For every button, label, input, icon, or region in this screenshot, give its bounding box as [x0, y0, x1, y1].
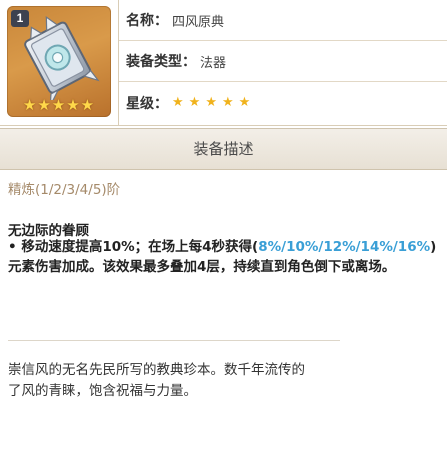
rarity-label: 星级 [126, 95, 154, 112]
type-row: 装备类型： 法器 [119, 41, 447, 82]
type-label: 装备类型 [126, 54, 182, 70]
item-icon-tile: 1 ★★★★★ [7, 6, 111, 117]
star-icon: ★ [221, 95, 239, 110]
star-icon: ★ [188, 95, 206, 110]
rarity-row: 星级： ★★★★★ [119, 82, 447, 123]
name-row: 名称： 四风原典 [119, 0, 447, 41]
star-icon: ★ [238, 95, 256, 110]
lore-line-2: 了风的青睐，饱含祝福与力量。 [8, 383, 197, 399]
star-icon: ★ [205, 95, 222, 110]
separator [8, 340, 340, 341]
effect-text: • 移动速度提高10%；在场上每4秒获得(8%/10%/12%/14%/16%)… [8, 237, 438, 277]
colon: ： [182, 54, 196, 70]
rarity-stars: ★★★★★ [172, 95, 255, 110]
effect-part1: • 移动速度提高10%；在场上每4秒获得( [8, 239, 259, 255]
colon: ： [154, 95, 168, 112]
star-icon: ★ [172, 95, 189, 110]
name-label: 名称 [126, 13, 154, 29]
lore-fade [320, 352, 447, 400]
name-value: 四风原典 [172, 14, 225, 30]
tile-stars: ★★★★★ [22, 96, 96, 114]
lore-text: 崇信风的无名先民所写的教典珍本。数千年流传的 了风的青睐，饱含祝福与力量。 [8, 360, 358, 402]
lore-line-1: 崇信风的无名先民所写的教典珍本。数千年流传的 [8, 362, 305, 378]
type-value: 法器 [200, 55, 227, 71]
effect-highlight: 8%/10%/12%/14%/16% [258, 239, 431, 255]
section-header: 装备描述 [0, 128, 447, 170]
refinement-label: 精炼(1/2/3/4/5)阶 [8, 182, 121, 198]
catalyst-book-icon [24, 15, 100, 100]
colon: ： [154, 13, 168, 29]
item-info-card: 1 ★★★★★ 名称： 四风原典 装备类型： 法器 星级 ： ★★★★★ [0, 0, 447, 126]
effect-title: 无边际的眷顾 [8, 223, 89, 239]
